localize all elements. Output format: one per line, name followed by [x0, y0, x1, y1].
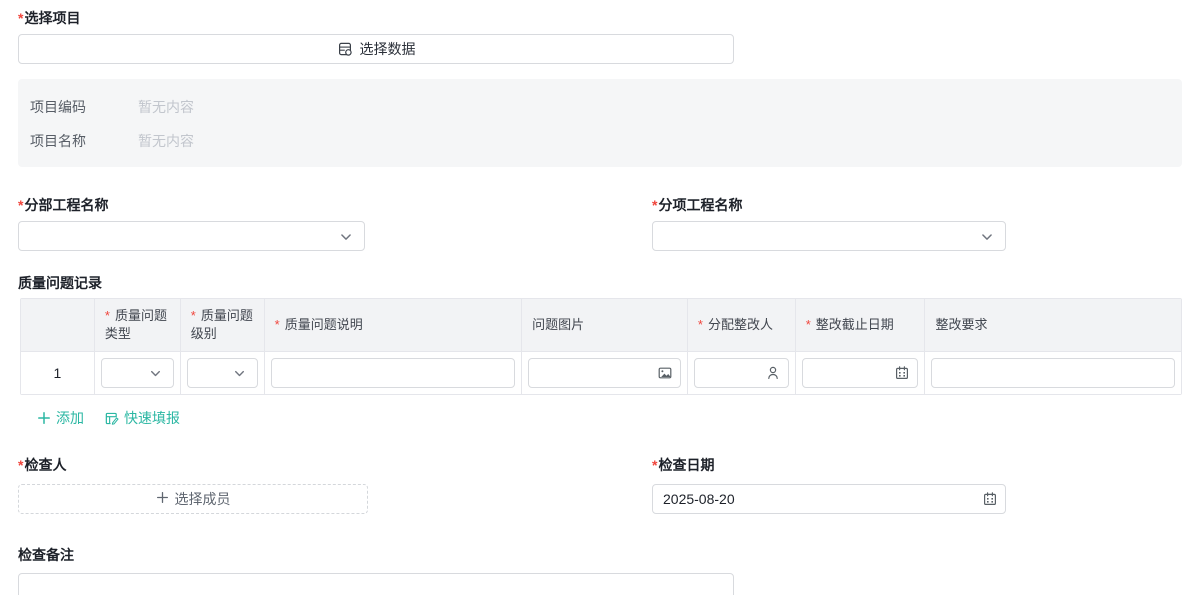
header-index — [21, 299, 95, 351]
select-data-label: 选择数据 — [360, 39, 416, 59]
required-marker: * — [191, 308, 196, 323]
project-name-label: 项目名称 — [30, 131, 138, 151]
row-index: 1 — [54, 365, 62, 381]
required-marker: * — [18, 10, 23, 26]
plus-icon — [37, 411, 51, 425]
select-member-button[interactable]: 选择成员 — [18, 484, 368, 514]
header-requirement: 整改要求 — [925, 299, 1181, 351]
calendar-icon[interactable] — [894, 365, 910, 381]
issues-table: *质量问题类型 *质量问题级别 *质量问题说明 问题图片 *分配整改人 *整改截… — [20, 298, 1182, 395]
issues-section-title: 质量问题记录 — [18, 273, 1182, 293]
issues-table-header: *质量问题类型 *质量问题级别 *质量问题说明 问题图片 *分配整改人 *整改截… — [21, 299, 1181, 351]
division-label: *分部工程名称 — [18, 195, 365, 215]
header-issue-type: *质量问题类型 — [95, 299, 181, 351]
inspector-label: *检查人 — [18, 455, 368, 475]
quick-fill-label: 快速填报 — [124, 408, 180, 428]
header-deadline: *整改截止日期 — [796, 299, 926, 351]
issue-type-select[interactable] — [101, 358, 174, 388]
project-info-panel: 项目编码 暂无内容 项目名称 暂无内容 — [18, 79, 1182, 167]
header-issue-description: *质量问题说明 — [265, 299, 523, 351]
chevron-down-icon — [339, 230, 353, 247]
required-marker: * — [105, 308, 110, 323]
select-data-button[interactable]: 选择数据 — [18, 34, 734, 64]
project-code-row: 项目编码 暂无内容 — [30, 93, 1182, 121]
chevron-down-icon — [980, 230, 994, 247]
issue-level-select[interactable] — [187, 358, 258, 388]
project-name-value: 暂无内容 — [138, 131, 194, 151]
header-rectifier: *分配整改人 — [688, 299, 796, 351]
image-icon[interactable] — [657, 365, 673, 381]
chevron-down-icon — [233, 367, 246, 383]
remarks-textarea[interactable] — [18, 573, 734, 595]
header-issue-image: 问题图片 — [522, 299, 688, 351]
plus-icon — [156, 491, 169, 507]
inspection-date-input[interactable] — [652, 484, 1006, 514]
quality-inspection-form: *选择项目 选择数据 项目编码 暂无内容 项目名称 暂无内容 *分部工程名称 — [0, 0, 1200, 595]
edit-table-icon — [104, 411, 119, 426]
required-marker: * — [18, 457, 23, 473]
issues-table-row: 1 — [21, 351, 1181, 394]
calendar-icon[interactable] — [982, 491, 998, 507]
division-select[interactable] — [18, 221, 365, 251]
person-icon[interactable] — [765, 365, 781, 381]
table-actions: 添加 快速填报 — [37, 408, 1182, 428]
requirement-input[interactable] — [931, 358, 1175, 388]
required-marker: * — [698, 317, 703, 332]
add-row-label: 添加 — [56, 408, 84, 428]
subdivision-label: *分项工程名称 — [652, 195, 1006, 215]
database-icon — [337, 41, 353, 57]
remarks-label: 检查备注 — [18, 545, 1182, 565]
project-code-label: 项目编码 — [30, 97, 138, 117]
required-marker: * — [806, 317, 811, 332]
add-row-button[interactable]: 添加 — [37, 408, 84, 428]
quick-fill-button[interactable]: 快速填报 — [104, 408, 180, 428]
project-name-row: 项目名称 暂无内容 — [30, 127, 1182, 155]
select-project-label: *选择项目 — [18, 8, 1182, 28]
required-marker: * — [652, 457, 657, 473]
chevron-down-icon — [149, 367, 162, 383]
project-code-value: 暂无内容 — [138, 97, 194, 117]
required-marker: * — [18, 197, 23, 213]
select-member-label: 选择成员 — [175, 489, 231, 509]
issue-description-input[interactable] — [271, 358, 516, 388]
header-issue-level: *质量问题级别 — [181, 299, 265, 351]
required-marker: * — [652, 197, 657, 213]
subdivision-select[interactable] — [652, 221, 1006, 251]
inspection-date-label: *检查日期 — [652, 455, 1006, 475]
required-marker: * — [275, 317, 280, 332]
